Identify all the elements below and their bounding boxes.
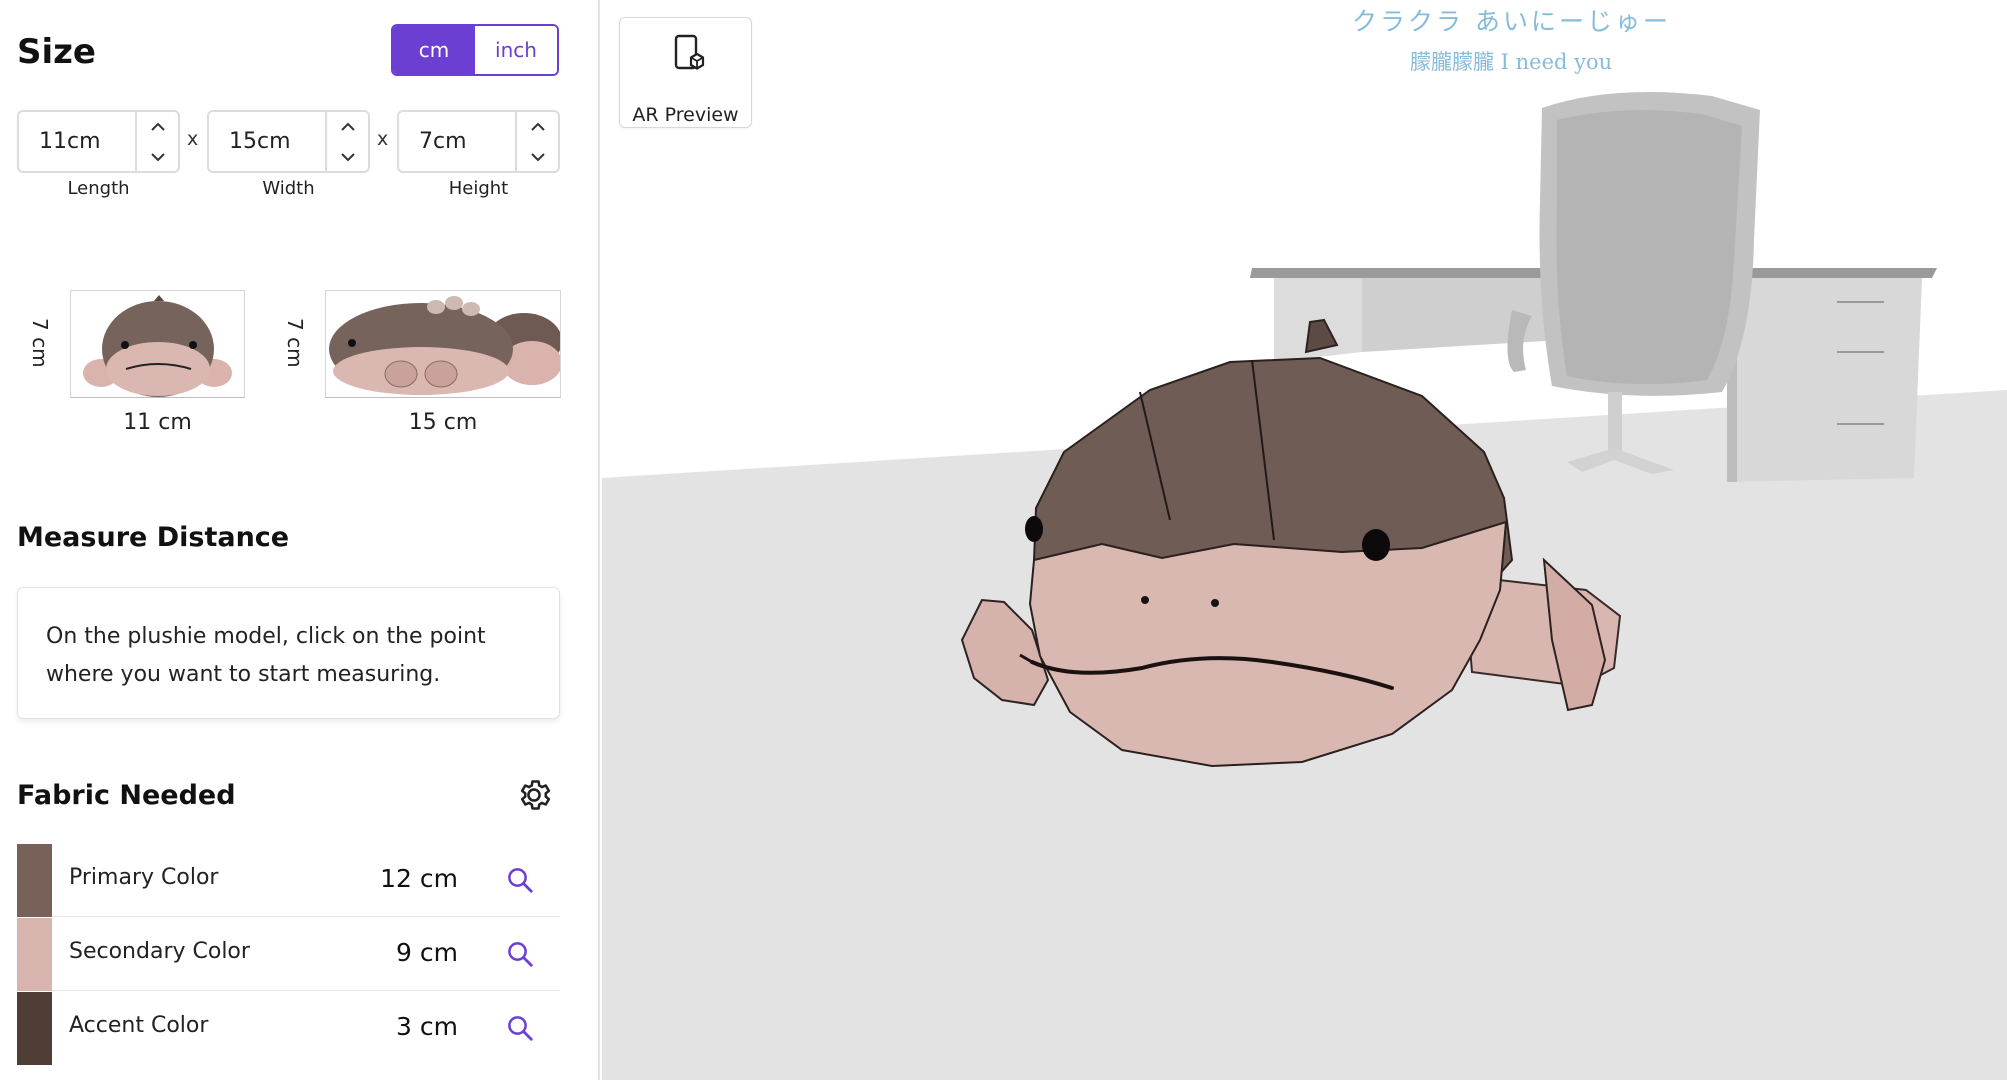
fabric-amount: 12 cm	[380, 864, 458, 893]
fabric-name: Secondary Color	[69, 939, 250, 964]
width-input[interactable]	[209, 112, 327, 171]
width-increment-button[interactable]	[327, 112, 368, 141]
height-increment-button[interactable]	[517, 112, 558, 141]
fabric-row-primary: Primary Color 12 cm	[17, 844, 560, 917]
secondary-color-swatch	[17, 918, 52, 991]
front-view-width-label: 11 cm	[123, 410, 192, 435]
measure-distance-heading: Measure Distance	[17, 522, 290, 553]
measure-instruction-line: On the plushie model, click on the point	[46, 624, 486, 649]
fabric-needed-heading: Fabric Needed	[17, 780, 236, 811]
side-view-thumbnail	[325, 290, 562, 398]
gear-icon	[520, 780, 551, 810]
front-view-thumbnail	[70, 290, 245, 398]
3d-viewport[interactable]: AR Preview クラクラ あいにーじゅー 朦朧朦朧 I need you	[602, 0, 2007, 1080]
search-icon	[508, 942, 533, 967]
lyric-overlay-line: 朦朧朦朧 I need you	[1410, 50, 1613, 74]
unit-cm-button[interactable]: cm	[393, 26, 475, 74]
ar-preview-label: AR Preview	[632, 104, 739, 126]
chevron-up-icon	[530, 122, 545, 131]
length-decrement-button[interactable]	[137, 142, 178, 171]
chevron-up-icon	[340, 122, 355, 131]
locate-secondary-button[interactable]	[505, 939, 535, 969]
primary-color-swatch	[17, 844, 52, 917]
unit-inch-button[interactable]: inch	[475, 26, 557, 74]
plushie-3d-scene[interactable]	[602, 0, 2007, 1080]
measure-instruction-card: On the plushie model, click on the point…	[17, 587, 560, 719]
length-increment-button[interactable]	[137, 112, 178, 141]
search-icon	[508, 868, 533, 893]
length-input[interactable]	[19, 112, 137, 171]
chevron-down-icon	[340, 152, 355, 161]
chevron-up-icon	[150, 122, 165, 131]
height-label: Height	[448, 178, 509, 199]
chevron-down-icon	[530, 152, 545, 161]
side-view-height-label: 7 cm	[283, 318, 307, 368]
lyric-overlay-line: クラクラ あいにーじゅー	[1352, 7, 1671, 36]
chevron-down-icon	[150, 152, 165, 161]
fabric-amount: 3 cm	[396, 1012, 458, 1041]
measure-instruction-line: where you want to start measuring.	[46, 662, 441, 687]
size-heading: Size	[17, 32, 96, 72]
fabric-settings-button[interactable]	[515, 776, 553, 814]
locate-accent-button[interactable]	[505, 1013, 535, 1043]
settings-panel: Size cm inch Length x Width x	[0, 0, 600, 1080]
fabric-name: Accent Color	[69, 1013, 209, 1038]
length-label: Length	[67, 178, 130, 199]
fabric-row-secondary: Secondary Color 9 cm	[17, 918, 560, 991]
height-decrement-button[interactable]	[517, 142, 558, 171]
dimension-separator: x	[187, 128, 199, 150]
fabric-name: Primary Color	[69, 865, 219, 890]
front-view-height-label: 7 cm	[28, 318, 52, 368]
unit-toggle: cm inch	[391, 24, 559, 76]
fabric-amount: 9 cm	[396, 938, 458, 967]
width-decrement-button[interactable]	[327, 142, 368, 171]
fabric-row-accent: Accent Color 3 cm	[17, 992, 560, 1065]
plushie-side-image	[329, 296, 562, 395]
height-input[interactable]	[399, 112, 517, 171]
plushie-front-image	[83, 295, 232, 397]
ar-preview-button[interactable]: AR Preview	[619, 17, 752, 128]
dimension-separator: x	[377, 128, 389, 150]
width-label: Width	[262, 178, 315, 199]
height-stepper	[397, 110, 560, 173]
accent-color-swatch	[17, 992, 52, 1065]
length-stepper	[17, 110, 180, 173]
width-stepper	[207, 110, 370, 173]
ar-phone-icon	[674, 34, 705, 70]
side-view-width-label: 15 cm	[408, 410, 478, 435]
locate-primary-button[interactable]	[505, 865, 535, 895]
search-icon	[508, 1016, 533, 1041]
